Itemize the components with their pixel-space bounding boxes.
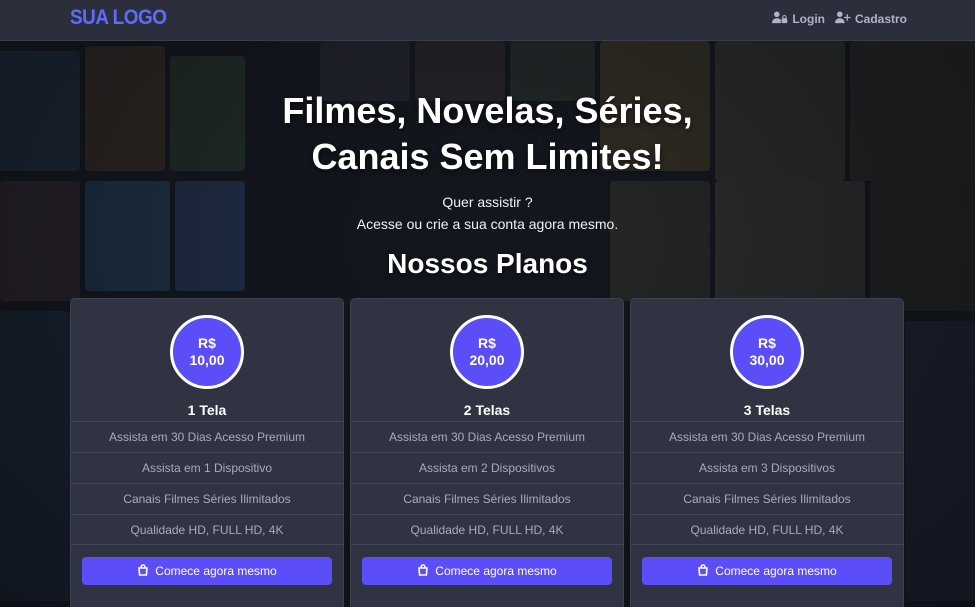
plans-list: R$ 10,00 1 Tela Assista em 30 Dias Acess…	[70, 298, 906, 607]
login-label: Login	[792, 12, 825, 26]
start-now-label: Comece agora mesmo	[155, 564, 277, 578]
start-now-button[interactable]: Comece agora mesmo	[642, 557, 892, 585]
start-now-button[interactable]: Comece agora mesmo	[362, 557, 612, 585]
top-navbar: SUA LOGO Login Cadastro	[0, 0, 975, 41]
feature-item: Assista em 30 Dias Acesso Premium	[351, 421, 623, 452]
feature-item: Assista em 1 Dispositivo	[71, 452, 343, 483]
feature-item: Qualidade HD, FULL HD, 4K	[71, 514, 343, 545]
user-plus-icon	[834, 11, 851, 27]
plan-card-1-tela: R$ 10,00 1 Tela Assista em 30 Dias Acess…	[70, 298, 344, 607]
plan-title: 2 Telas	[463, 402, 511, 418]
feature-item: Qualidade HD, FULL HD, 4K	[351, 514, 623, 545]
start-now-label: Comece agora mesmo	[435, 564, 557, 578]
feature-item: Assista em 30 Dias Acesso Premium	[631, 421, 903, 452]
feature-item: Assista em 30 Dias Acesso Premium	[71, 421, 343, 452]
plan-features: Assista em 30 Dias Acesso Premium Assist…	[71, 421, 343, 545]
feature-item: Assista em 3 Dispositivos	[631, 452, 903, 483]
signup-label: Cadastro	[854, 12, 907, 26]
plan-features: Assista em 30 Dias Acesso Premium Assist…	[631, 421, 903, 545]
feature-item: Qualidade HD, FULL HD, 4K	[631, 514, 903, 545]
hero-question: Quer assistir ?	[442, 194, 533, 210]
price-value: 30,00	[749, 352, 785, 368]
price-currency: R$	[478, 335, 496, 351]
feature-item: Assista em 2 Dispositivos	[351, 452, 623, 483]
feature-item: Canais Filmes Séries Ilimitados	[351, 483, 623, 514]
hero-title-line1: Filmes, Novelas, Séries,	[282, 90, 693, 131]
feature-item: Canais Filmes Séries Ilimitados	[71, 483, 343, 514]
plan-card-3-telas: R$ 30,00 3 Telas Assista em 30 Dias Aces…	[630, 298, 904, 607]
hero-subtitle: Acesse ou crie a sua conta agora mesmo.	[356, 216, 619, 232]
hero-title: Filmes, Novelas, Séries, Canais Sem Limi…	[0, 88, 975, 180]
start-now-label: Comece agora mesmo	[715, 564, 837, 578]
site-logo[interactable]: SUA LOGO	[70, 6, 167, 30]
price-value: 20,00	[469, 352, 505, 368]
plan-title: 1 Tela	[187, 402, 227, 418]
shopping-bag-icon	[417, 563, 429, 579]
price-badge: R$ 10,00	[170, 315, 244, 389]
feature-item: Canais Filmes Séries Ilimitados	[631, 483, 903, 514]
start-now-button[interactable]: Comece agora mesmo	[82, 557, 332, 585]
shopping-bag-icon	[697, 563, 709, 579]
hero-section: Filmes, Novelas, Séries, Canais Sem Limi…	[0, 88, 975, 280]
price-currency: R$	[198, 335, 216, 351]
price-badge: R$ 20,00	[450, 315, 524, 389]
login-link[interactable]: Login	[772, 11, 825, 27]
hero-title-line2: Canais Sem Limites!	[311, 136, 664, 177]
user-lock-icon	[772, 11, 788, 27]
plan-card-2-telas: R$ 20,00 2 Telas Assista em 30 Dias Aces…	[350, 298, 624, 607]
signup-link[interactable]: Cadastro	[834, 11, 907, 27]
nav-links: Login Cadastro	[772, 11, 907, 27]
plan-features: Assista em 30 Dias Acesso Premium Assist…	[351, 421, 623, 545]
price-badge: R$ 30,00	[730, 315, 804, 389]
price-value: 10,00	[189, 352, 225, 368]
plans-heading: Nossos Planos	[387, 248, 588, 279]
shopping-bag-icon	[137, 563, 149, 579]
price-currency: R$	[758, 335, 776, 351]
plan-title: 3 Telas	[743, 402, 791, 418]
